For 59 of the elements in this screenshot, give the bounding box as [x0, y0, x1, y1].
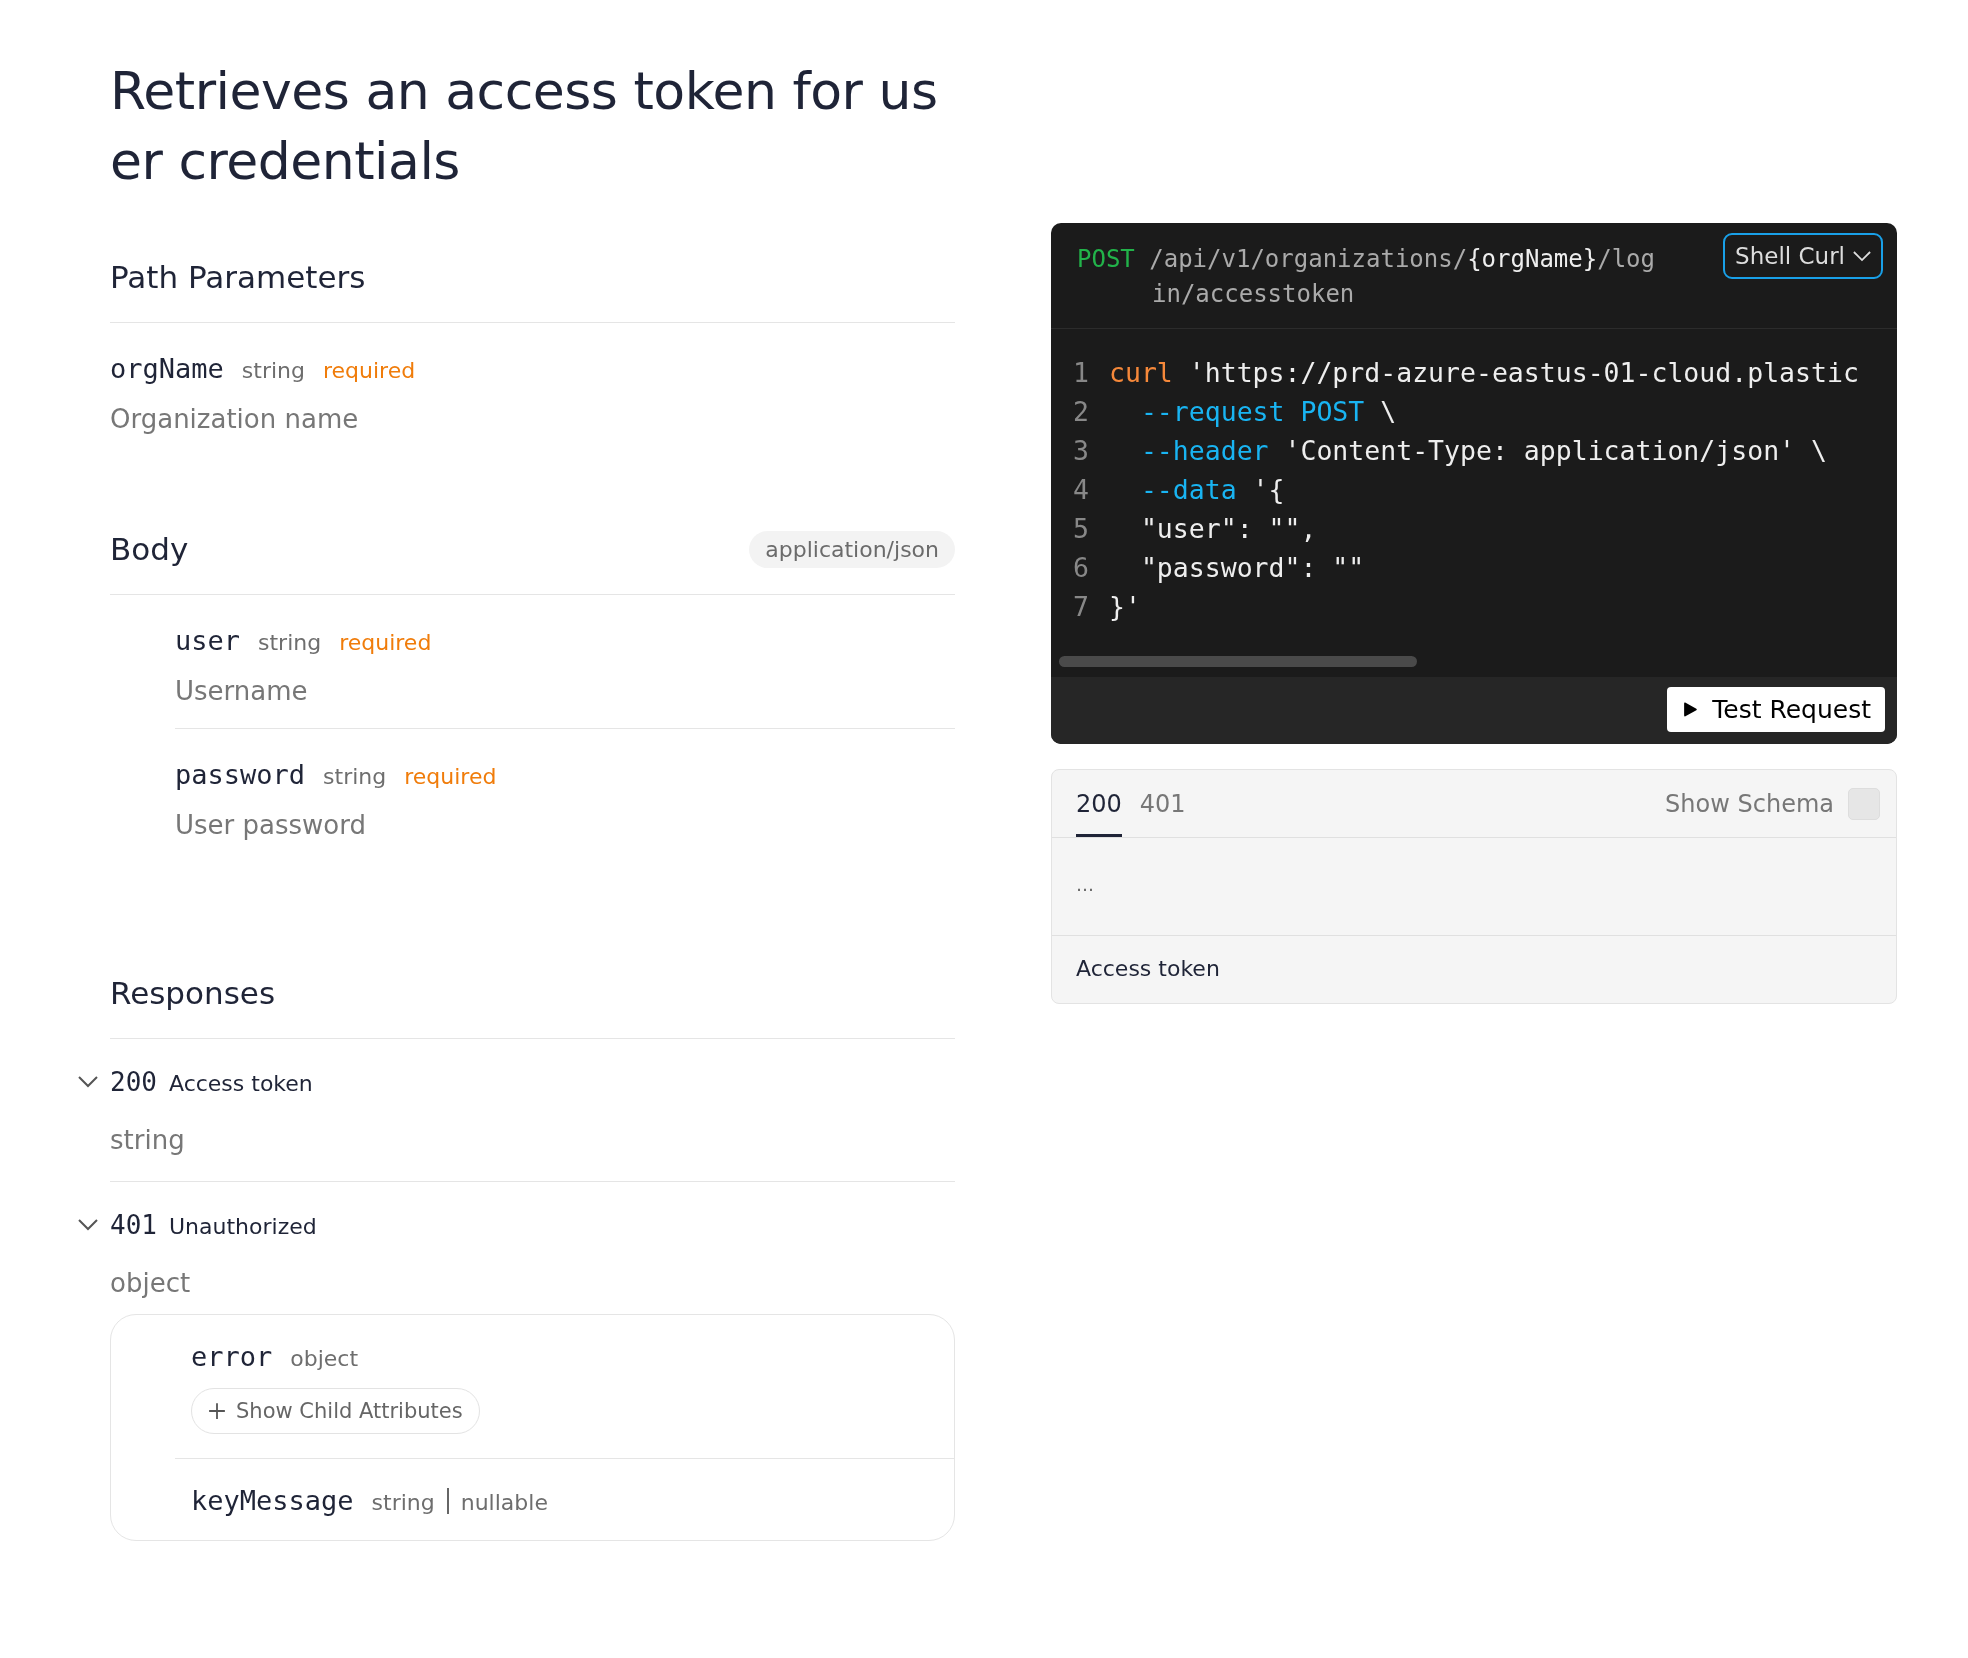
line-number: 4 [1073, 473, 1090, 507]
attribute-type: string [371, 1490, 435, 1515]
line-number: 5 [1073, 512, 1090, 546]
show-schema-label: Show Schema [1665, 789, 1834, 818]
show-child-attributes-button[interactable]: Show Child Attributes [191, 1388, 480, 1434]
nullable-label: nullable [460, 1490, 548, 1515]
status-code: 401 [110, 1210, 157, 1240]
status-tab[interactable]: 401 [1139, 770, 1186, 837]
code-line: --header 'Content-Type: application/json' \ [1139, 434, 1827, 468]
language-dropdown[interactable]: Shell Curl [1723, 233, 1883, 279]
chevron-icon[interactable] [78, 1076, 98, 1088]
chevron-icon[interactable] [78, 1219, 98, 1231]
content-type-badge: application/json [749, 530, 955, 568]
attribute-name: error [191, 1341, 273, 1372]
line-number: 7 [1073, 590, 1090, 624]
response-type: string [110, 1125, 186, 1155]
attribute-name: keyMessage [191, 1485, 354, 1516]
param-type: string [258, 630, 322, 655]
plus-icon [208, 1402, 226, 1420]
page-title: Retrieves an access token for us [110, 60, 939, 123]
code-line: curl 'https://prd-azure-eastus-01-cloud.plastic [1109, 356, 1859, 390]
response-type: object [110, 1268, 192, 1298]
attribute-type: object [290, 1346, 359, 1371]
code-line: --request POST \ [1139, 395, 1397, 429]
chevron-down-icon [1853, 250, 1871, 262]
code-line: }' [1109, 590, 1141, 624]
required-label: required [339, 630, 432, 655]
status-code: 200 [110, 1067, 157, 1097]
line-number: 3 [1073, 434, 1090, 468]
show-schema-toggle[interactable] [1848, 787, 1880, 820]
page-title: er credentials [110, 130, 461, 193]
line-number: 6 [1073, 551, 1090, 585]
param-name: password [175, 759, 306, 790]
section-heading: Path Parameters [110, 258, 366, 297]
code-line: "user": "", [1139, 512, 1317, 546]
line-number: 1 [1073, 356, 1090, 390]
play-icon [1683, 701, 1699, 718]
param-name: orgName [110, 353, 224, 384]
line-number: 2 [1073, 395, 1090, 429]
param-type: string [323, 764, 387, 789]
scrollbar[interactable] [1059, 656, 1417, 667]
endpoint-path: POST /api/v1/organizations/{orgName}/log in/accesstoken [1077, 244, 1655, 310]
section-heading: Body [110, 530, 189, 569]
code-line: --data '{ [1139, 473, 1285, 507]
param-description: Organization name [110, 404, 360, 434]
status-tab[interactable]: 200 [1076, 770, 1122, 837]
param-type: string [241, 358, 305, 383]
response-description: Access token [1076, 956, 1220, 981]
code-line: "password": "" [1139, 551, 1365, 585]
status-label: Unauthorized [168, 1214, 317, 1239]
required-label: required [322, 358, 416, 383]
param-description: User password [175, 810, 367, 840]
param-description: Username [175, 676, 309, 706]
param-name: user [175, 625, 241, 656]
example-value: … [1076, 874, 1094, 895]
required-label: required [404, 764, 497, 789]
section-heading: Responses [110, 974, 276, 1013]
status-label: Access token [168, 1071, 313, 1096]
test-request-button[interactable]: Test Request [1667, 687, 1885, 732]
